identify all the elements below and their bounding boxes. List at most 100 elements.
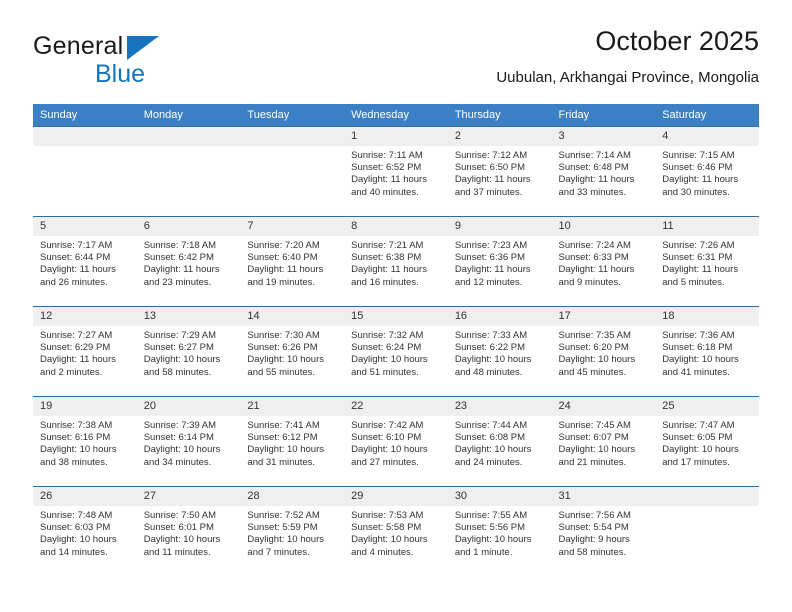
sunrise-text: Sunrise: 7:44 AM: [454, 420, 528, 431]
sunset-text: Sunset: 6:22 PM: [454, 342, 526, 354]
day-details: Sunrise: 7:21 AM Sunset: 6:38 PM Daylight:…: [344, 236, 448, 289]
daylight-text-line2: and 12 minutes.: [454, 276, 523, 288]
calendar-day-cell[interactable]: 12 Sunrise: 7:27 AM Sunset: 6:29 PM Dayligh…: [33, 306, 137, 397]
calendar-day-cell[interactable]: 26 Sunrise: 7:48 AM Sunset: 6:03 PM Dayligh…: [33, 486, 137, 577]
calendar-day-cell[interactable]: 15 Sunrise: 7:32 AM Sunset: 6:24 PM Dayligh…: [344, 306, 448, 397]
daylight-text-line1: Daylight: 11 hours: [247, 264, 324, 276]
calendar-day-cell[interactable]: 13 Sunrise: 7:29 AM Sunset: 6:27 PM Dayligh…: [136, 306, 241, 397]
sunset-text: Sunset: 6:26 PM: [247, 342, 318, 354]
daylight-text-line1: Daylight: 11 hours: [143, 264, 220, 276]
daylight-text-line2: and 7 minutes.: [247, 546, 310, 558]
calendar-day-cell[interactable]: 22 Sunrise: 7:42 AM Sunset: 6:10 PM Dayligh…: [344, 396, 448, 487]
sunset-text: Sunset: 6:38 PM: [351, 252, 422, 264]
weekday-header-monday: Monday: [136, 104, 241, 127]
calendar-day-cell[interactable]: 31 Sunrise: 7:56 AM Sunset: 5:54 PM Dayligh…: [551, 486, 656, 577]
calendar-day-cell[interactable]: 11 Sunrise: 7:26 AM Sunset: 6:31 PM Dayligh…: [655, 216, 759, 307]
daylight-text-line2: and 45 minutes.: [558, 366, 627, 378]
weekday-header-friday: Friday: [551, 104, 656, 127]
day-number: [655, 487, 759, 506]
day-details: [33, 146, 137, 150]
day-details: Sunrise: 7:32 AM Sunset: 6:24 PM Daylight:…: [344, 326, 448, 379]
day-details: Sunrise: 7:52 AM Sunset: 5:59 PM Daylight:…: [240, 506, 344, 559]
sunrise-sunset-calendar: Sunday Monday Tuesday Wednesday Thursday Frid…: [33, 104, 759, 577]
daylight-text-line2: and 33 minutes.: [558, 186, 627, 198]
sunrise-text: Sunrise: 7:39 AM: [143, 420, 217, 431]
calendar-day-cell[interactable]: 30 Sunrise: 7:55 AM Sunset: 5:56 PM Dayligh…: [447, 486, 552, 577]
calendar-day-cell[interactable]: 9 Sunrise: 7:23 AM Sunset: 6:36 PM Daylight…: [447, 216, 552, 307]
calendar-day-cell[interactable]: 10 Sunrise: 7:24 AM Sunset: 6:33 PM Dayligh…: [551, 216, 656, 307]
day-details: Sunrise: 7:47 AM Sunset: 6:05 PM Daylight:…: [655, 416, 759, 469]
calendar-day-cell[interactable]: 6 Sunrise: 7:18 AM Sunset: 6:42 PM Daylight…: [136, 216, 241, 307]
daylight-text-line2: and 41 minutes.: [662, 366, 730, 378]
calendar-day-cell[interactable]: 29 Sunrise: 7:53 AM Sunset: 5:58 PM Dayligh…: [344, 486, 448, 577]
sunset-text: Sunset: 6:27 PM: [143, 342, 214, 354]
calendar-day-cell[interactable]: 17 Sunrise: 7:35 AM Sunset: 6:20 PM Dayligh…: [551, 306, 656, 397]
calendar-day-cell[interactable]: 20 Sunrise: 7:39 AM Sunset: 6:14 PM Dayligh…: [136, 396, 241, 487]
calendar-day-cell[interactable]: 4 Sunrise: 7:15 AM Sunset: 6:46 PM Daylight…: [655, 126, 759, 217]
calendar-day-cell[interactable]: 16 Sunrise: 7:33 AM Sunset: 6:22 PM Dayligh…: [447, 306, 552, 397]
calendar-day-cell[interactable]: 7 Sunrise: 7:20 AM Sunset: 6:40 PM Daylight…: [240, 216, 345, 307]
day-details: Sunrise: 7:29 AM Sunset: 6:27 PM Daylight:…: [137, 326, 241, 379]
calendar-week-row: 12 Sunrise: 7:27 AM Sunset: 6:29 PM Dayligh…: [33, 306, 759, 397]
day-details: [240, 146, 344, 150]
day-details: Sunrise: 7:55 AM Sunset: 5:56 PM Daylight:…: [448, 506, 552, 559]
sunset-text: Sunset: 6:40 PM: [247, 252, 318, 264]
daylight-text-line2: and 40 minutes.: [351, 186, 419, 198]
daylight-text-line1: Daylight: 10 hours: [143, 444, 221, 456]
day-number: 12: [33, 307, 137, 326]
calendar-day-cell[interactable]: 14 Sunrise: 7:30 AM Sunset: 6:26 PM Dayligh…: [240, 306, 345, 397]
sunset-text: Sunset: 5:54 PM: [558, 522, 629, 534]
calendar-day-cell[interactable]: 3 Sunrise: 7:14 AM Sunset: 6:48 PM Daylight…: [551, 126, 656, 217]
calendar-day-cell-empty: [136, 126, 241, 217]
day-details: Sunrise: 7:50 AM Sunset: 6:01 PM Daylight:…: [137, 506, 241, 559]
day-number: 25: [655, 397, 759, 416]
sunset-text: Sunset: 6:01 PM: [143, 522, 214, 534]
daylight-text-line1: Daylight: 11 hours: [454, 174, 531, 186]
day-number: 16: [447, 307, 552, 326]
calendar-day-cell[interactable]: 19 Sunrise: 7:38 AM Sunset: 6:16 PM Dayligh…: [33, 396, 137, 487]
page-header: General Blue October 2025 Uubulan, Arkha…: [33, 24, 759, 96]
calendar-day-cell[interactable]: 8 Sunrise: 7:21 AM Sunset: 6:38 PM Daylight…: [344, 216, 448, 307]
calendar-day-cell[interactable]: 27 Sunrise: 7:50 AM Sunset: 6:01 PM Dayligh…: [136, 486, 241, 577]
sunset-text: Sunset: 6:36 PM: [454, 252, 526, 264]
day-details: [655, 506, 759, 510]
daylight-text-line1: Daylight: 10 hours: [40, 444, 117, 456]
calendar-day-cell[interactable]: 23 Sunrise: 7:44 AM Sunset: 6:08 PM Dayligh…: [447, 396, 552, 487]
title-block: October 2025 Uubulan, Arkhangai Province…: [496, 24, 759, 87]
calendar-day-cell[interactable]: 25 Sunrise: 7:47 AM Sunset: 6:05 PM Dayligh…: [655, 396, 759, 487]
day-details: Sunrise: 7:53 AM Sunset: 5:58 PM Daylight:…: [344, 506, 448, 559]
day-number: 9: [447, 217, 552, 236]
calendar-day-cell[interactable]: 1 Sunrise: 7:11 AM Sunset: 6:52 PM Daylight…: [344, 126, 448, 217]
calendar-day-cell[interactable]: 18 Sunrise: 7:36 AM Sunset: 6:18 PM Dayligh…: [655, 306, 759, 397]
sunset-text: Sunset: 6:07 PM: [558, 432, 629, 444]
daylight-text-line1: Daylight: 10 hours: [454, 534, 532, 546]
daylight-text-line1: Daylight: 10 hours: [247, 444, 324, 456]
day-number: 4: [655, 127, 759, 146]
sunrise-text: Sunrise: 7:27 AM: [40, 330, 113, 341]
calendar-day-cell[interactable]: 24 Sunrise: 7:45 AM Sunset: 6:07 PM Dayligh…: [551, 396, 656, 487]
sunrise-text: Sunrise: 7:18 AM: [143, 240, 217, 251]
sunset-text: Sunset: 6:10 PM: [351, 432, 422, 444]
day-details: Sunrise: 7:26 AM Sunset: 6:31 PM Daylight:…: [655, 236, 759, 289]
calendar-day-cell[interactable]: 2 Sunrise: 7:12 AM Sunset: 6:50 PM Daylight…: [447, 126, 552, 217]
daylight-text-line1: Daylight: 10 hours: [143, 354, 221, 366]
day-number: 24: [551, 397, 656, 416]
daylight-text-line2: and 5 minutes.: [662, 276, 725, 288]
daylight-text-line1: Daylight: 11 hours: [558, 264, 635, 276]
daylight-text-line1: Daylight: 11 hours: [662, 264, 739, 276]
sunrise-text: Sunrise: 7:26 AM: [662, 240, 735, 251]
calendar-day-cell[interactable]: 21 Sunrise: 7:41 AM Sunset: 6:12 PM Dayligh…: [240, 396, 345, 487]
daylight-text-line2: and 27 minutes.: [351, 456, 419, 468]
general-blue-logo[interactable]: General Blue: [33, 32, 213, 90]
logo-triangle-icon: [127, 36, 159, 60]
sunrise-text: Sunrise: 7:53 AM: [351, 510, 424, 521]
calendar-day-cell[interactable]: 5 Sunrise: 7:17 AM Sunset: 6:44 PM Daylight…: [33, 216, 137, 307]
sunrise-text: Sunrise: 7:21 AM: [351, 240, 424, 251]
day-number: 28: [240, 487, 345, 506]
day-details: Sunrise: 7:27 AM Sunset: 6:29 PM Daylight:…: [33, 326, 137, 379]
daylight-text-line1: Daylight: 10 hours: [247, 354, 324, 366]
daylight-text-line2: and 55 minutes.: [247, 366, 316, 378]
daylight-text-line2: and 34 minutes.: [143, 456, 212, 468]
day-number: 11: [655, 217, 759, 236]
calendar-day-cell[interactable]: 28 Sunrise: 7:52 AM Sunset: 5:59 PM Dayligh…: [240, 486, 345, 577]
